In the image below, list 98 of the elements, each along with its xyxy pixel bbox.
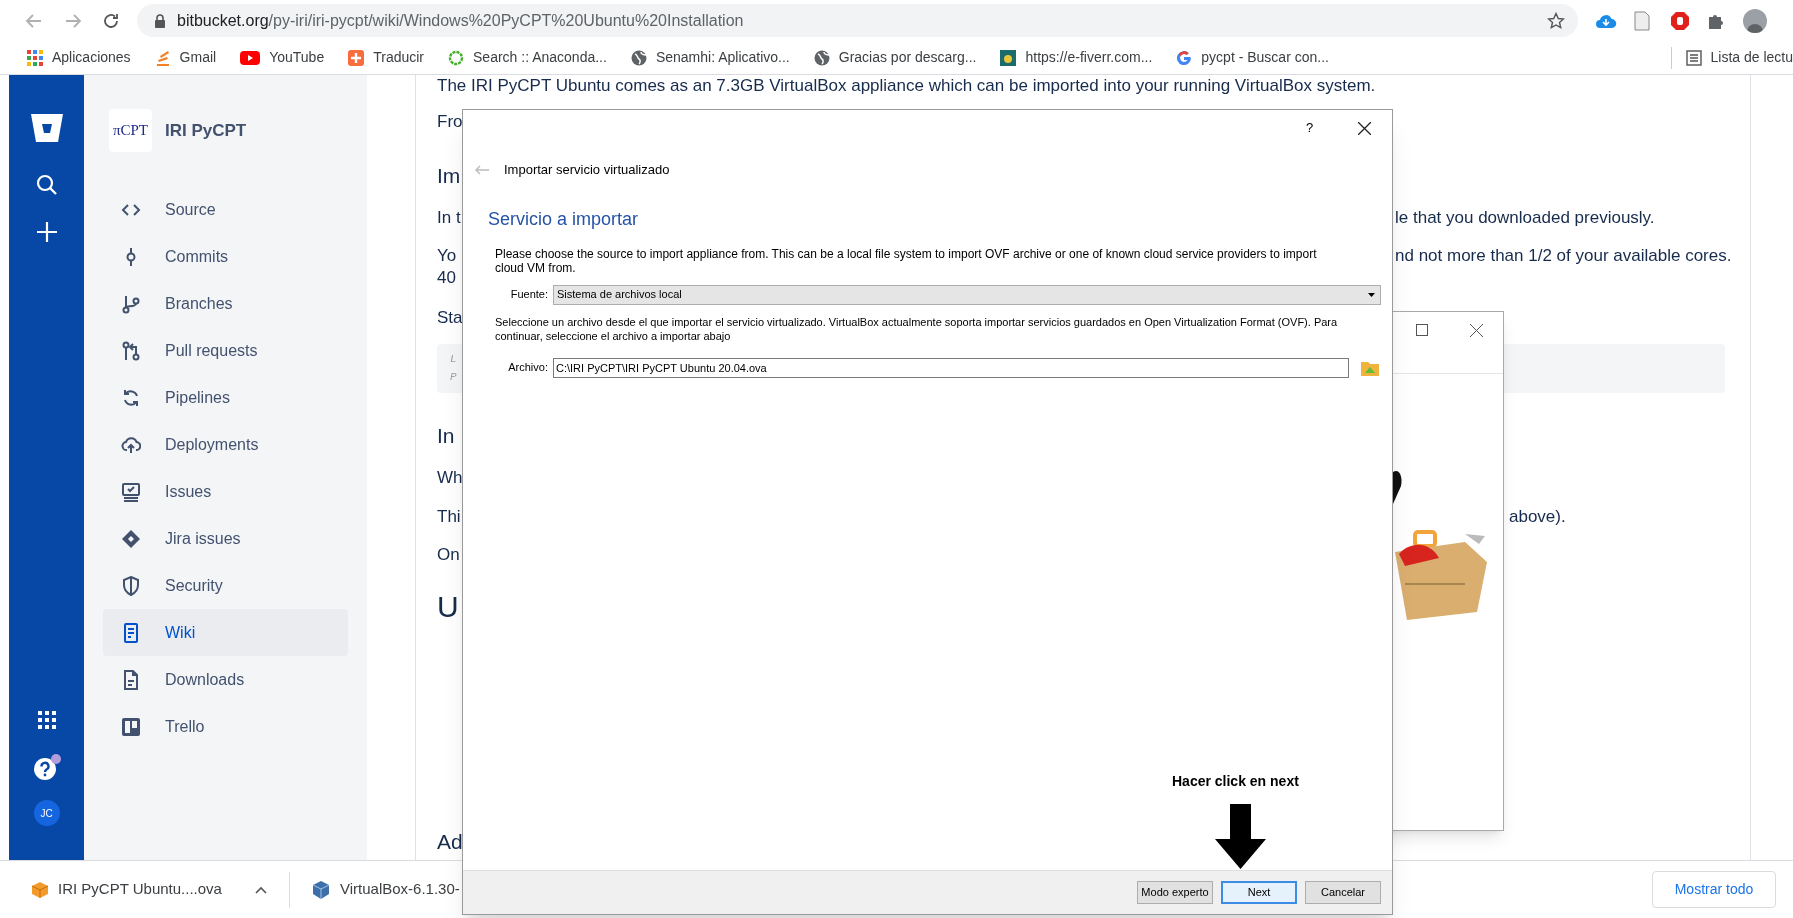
close-icon[interactable] bbox=[1358, 121, 1372, 135]
sidebar-item[interactable]: Branches bbox=[103, 280, 348, 327]
board-icon bbox=[121, 716, 141, 737]
description-text: Seleccione un archivo desde el que importar el servicio virtualizado. VirtualBox actualmente soporta importar servicios guardados en Open Virtualization Format (OVF). Para continuar, seleccione el archivo a importar abajo bbox=[495, 314, 1339, 343]
sidebar-item[interactable]: Issues bbox=[103, 468, 348, 515]
bookmark-link[interactable]: Senamhi: Aplicativo... bbox=[655, 47, 790, 68]
cloud-upload-icon bbox=[121, 434, 141, 455]
section-heading: Ad bbox=[437, 829, 463, 856]
plus-icon[interactable] bbox=[35, 221, 58, 243]
dialog-button[interactable]: Cancelar bbox=[1305, 881, 1381, 904]
g-logo-icon bbox=[1176, 49, 1193, 66]
paragraph-text: Thi bbox=[437, 506, 461, 529]
sidebar-item[interactable]: Commits bbox=[103, 233, 348, 280]
document-icon bbox=[121, 622, 141, 643]
plus-square-icon bbox=[348, 49, 365, 66]
globe-icon bbox=[630, 49, 647, 66]
paragraph-text: On bbox=[437, 544, 460, 567]
sidebar-item[interactable]: Pipelines bbox=[103, 374, 348, 421]
sidebar-item[interactable]: Downloads bbox=[103, 656, 348, 703]
pull-request-icon bbox=[121, 340, 141, 361]
paragraph-text: le that you downloaded previously. bbox=[1395, 207, 1655, 230]
cloud-download-icon[interactable] bbox=[1595, 12, 1617, 29]
bookmark-link[interactable]: Aplicaciones bbox=[52, 47, 131, 68]
diamond-icon bbox=[121, 528, 141, 549]
sidebar-item[interactable]: Trello bbox=[103, 703, 348, 750]
stack-icon bbox=[154, 49, 171, 66]
paragraph-text: Wh bbox=[437, 467, 463, 490]
bookmark-link[interactable]: YouTube bbox=[269, 47, 325, 68]
url-text: bitbucket.org/py-iri/iri-pycpt/wiki/Windows%20PyCPT%20Ubuntu%20Installation bbox=[177, 10, 744, 31]
annotation-text: Hacer click en next bbox=[1172, 772, 1299, 791]
caret-icon[interactable] bbox=[255, 885, 267, 894]
paragraph-text: Fro bbox=[437, 111, 463, 134]
bookmark-link[interactable]: Traducir bbox=[373, 47, 424, 68]
download-item[interactable]: VirtualBox-6.1.30- bbox=[340, 878, 460, 901]
search-icon[interactable] bbox=[35, 174, 58, 196]
project-logo[interactable]: πCPT bbox=[109, 109, 152, 152]
paragraph-text: above). bbox=[1509, 506, 1566, 529]
dialog-button[interactable]: Next bbox=[1221, 881, 1297, 904]
paragraph-text: In t bbox=[437, 207, 461, 230]
address-bar[interactable]: bitbucket.org/py-iri/iri-pycpt/wiki/Windows%20PyCPT%20Ubuntu%20Installation bbox=[137, 4, 1578, 37]
play-icon bbox=[240, 50, 261, 65]
reload-icon[interactable] bbox=[102, 11, 120, 30]
ring-icon bbox=[448, 49, 464, 66]
close-icon[interactable] bbox=[1470, 324, 1483, 337]
file-label: Archivo: bbox=[507, 360, 548, 376]
lock-icon bbox=[154, 13, 166, 28]
dialog-title: Importar servicio virtualizado bbox=[504, 161, 670, 179]
intro-text: Please choose the source to import appliance from. This can be a local file system to import OVF archive or one of known cloud service providers to import cloud VM from. bbox=[495, 246, 1318, 275]
paragraph-text: Sta bbox=[437, 307, 463, 330]
square-icon bbox=[1000, 49, 1017, 66]
cycle-arrows-icon bbox=[121, 387, 141, 408]
user-avatar[interactable]: JC bbox=[33, 800, 60, 826]
project-name[interactable]: IRI PyCPT bbox=[165, 117, 247, 144]
stop-hand-icon[interactable] bbox=[1670, 10, 1690, 31]
bookmark-link[interactable]: https://e-fiverr.com... bbox=[1025, 47, 1153, 68]
paragraph-text: The IRI PyCPT Ubuntu comes as an 7.3GB VirtualBox appliance which can be imported into your running VirtualBox system. bbox=[437, 75, 1376, 98]
sidebar-item[interactable]: Source bbox=[103, 186, 348, 233]
reading-list-icon[interactable] bbox=[1685, 49, 1702, 66]
section-heading: In bbox=[437, 423, 455, 450]
star-icon[interactable] bbox=[1547, 11, 1565, 30]
down-arrow-icon bbox=[1215, 804, 1266, 869]
branch-icon bbox=[121, 293, 141, 314]
globe-icon bbox=[813, 49, 830, 66]
paragraph-text: nd not more than 1/2 of your available cores. bbox=[1395, 245, 1732, 268]
show-all-button[interactable]: Mostrar todo bbox=[1652, 871, 1776, 908]
maximize-icon[interactable] bbox=[1416, 324, 1428, 336]
dialog-button[interactable]: Modo experto bbox=[1137, 881, 1213, 904]
cube-icon bbox=[312, 880, 330, 899]
dropdown-caret-icon bbox=[1368, 292, 1375, 297]
source-label: Fuente: bbox=[509, 287, 548, 303]
bookmark-link[interactable]: pycpt - Buscar con... bbox=[1201, 47, 1329, 68]
file-path-field[interactable]: C:\IRI PyCPT\IRI PyCPT Ubuntu 20.04.ova bbox=[553, 357, 1349, 378]
app-grid-icon[interactable] bbox=[37, 711, 56, 729]
section-heading: Im bbox=[437, 163, 461, 190]
sidebar-item[interactable]: Deployments bbox=[103, 421, 348, 468]
sidebar-item[interactable]: Wiki bbox=[103, 609, 348, 656]
page-heading: Servicio a importar bbox=[488, 207, 640, 231]
bookmark-link[interactable]: Gracias por descarg... bbox=[838, 47, 977, 68]
page-title: U bbox=[437, 588, 459, 625]
monitor-check-icon bbox=[121, 481, 141, 502]
help-icon[interactable] bbox=[31, 754, 62, 782]
profile-avatar[interactable] bbox=[1743, 8, 1767, 33]
download-item[interactable]: IRI PyCPT Ubuntu....ova bbox=[58, 878, 222, 901]
bucket-logo-icon[interactable] bbox=[29, 112, 64, 144]
shield-icon bbox=[121, 575, 141, 596]
sidebar-item[interactable]: Pull requests bbox=[103, 327, 348, 374]
paragraph-text: 40 bbox=[437, 267, 456, 290]
package-icon bbox=[32, 881, 48, 898]
file-icon bbox=[121, 669, 141, 690]
help-button[interactable]: ? bbox=[1306, 118, 1314, 138]
apps-grid-icon bbox=[27, 49, 43, 66]
source-dropdown[interactable]: Sistema de archivos local bbox=[553, 284, 1381, 305]
bookmark-link[interactable]: Gmail bbox=[179, 47, 217, 68]
reading-list-link[interactable]: Lista de lectu bbox=[1710, 47, 1793, 68]
bookmark-link[interactable]: Search :: Anaconda... bbox=[473, 47, 607, 68]
sidebar-item[interactable]: Security bbox=[103, 562, 348, 609]
paragraph-text: Yo bbox=[437, 245, 457, 268]
sidebar-item[interactable]: Jira issues bbox=[103, 515, 348, 562]
